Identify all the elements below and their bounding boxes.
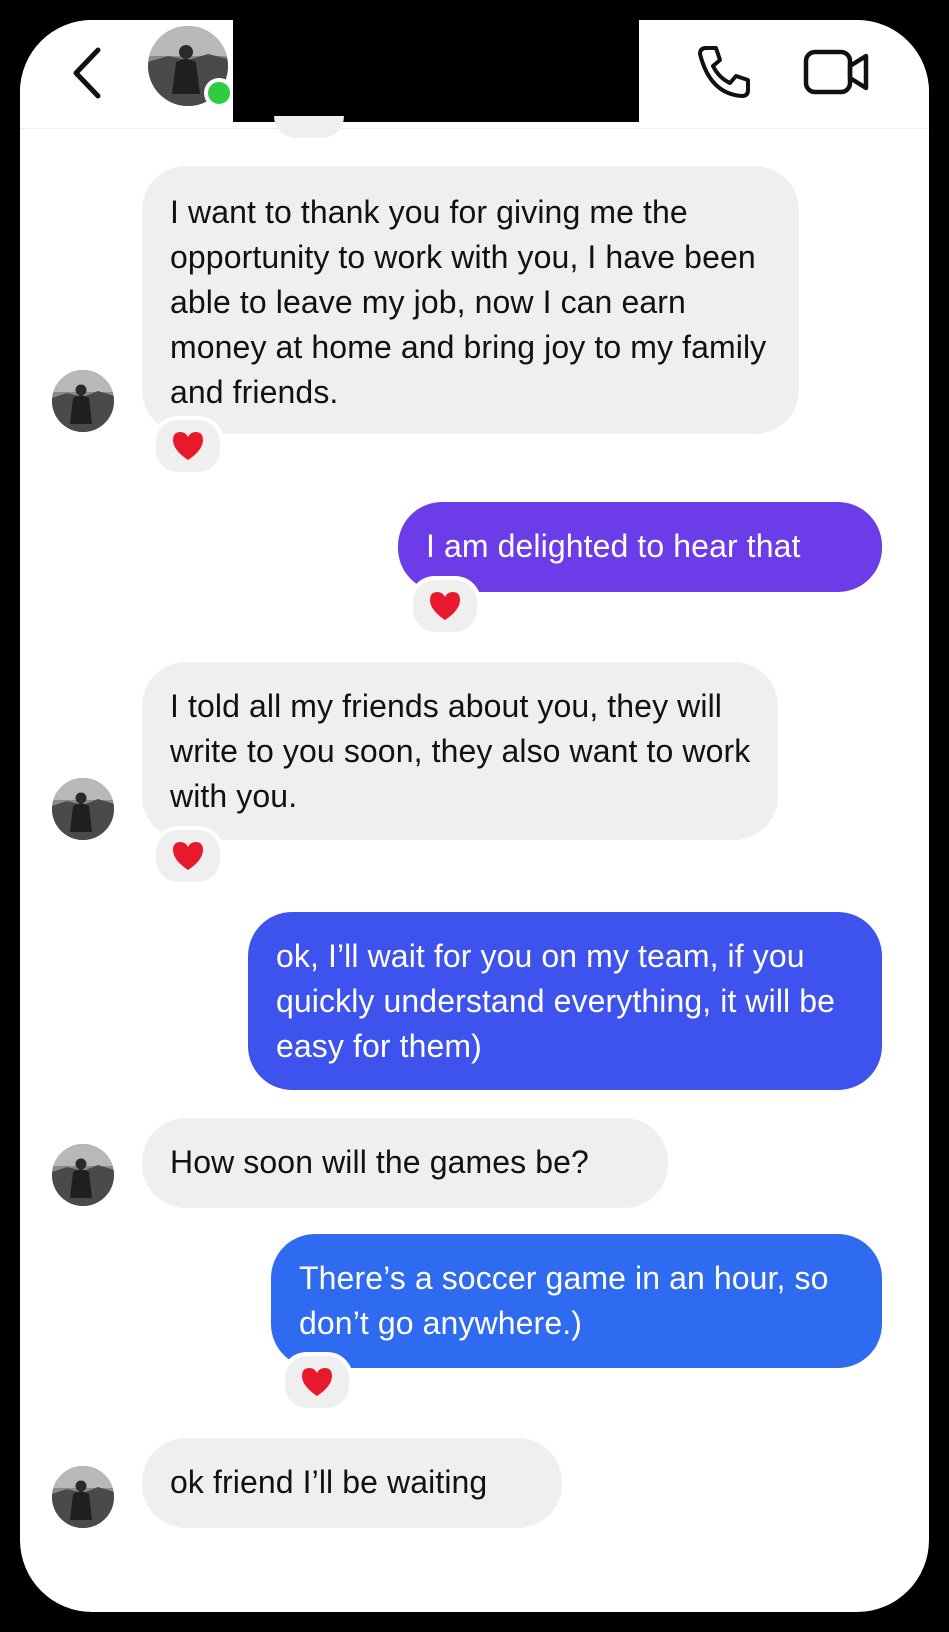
phone-screen: I want to thank you for giving me the op… [20, 20, 929, 1612]
sender-photo [52, 1466, 114, 1528]
message-text: How soon will the games be? [170, 1144, 589, 1180]
heart-icon [302, 1368, 332, 1396]
message-text: I want to thank you for giving me the op… [170, 194, 767, 410]
chat-header [20, 20, 929, 129]
sender-avatar[interactable] [52, 1144, 114, 1206]
voice-call-button[interactable] [692, 40, 756, 104]
message-text: ok friend I’ll be waiting [170, 1464, 488, 1500]
message-bubble-received[interactable]: How soon will the games be? [142, 1118, 668, 1208]
message-bubble-sent[interactable]: I am delighted to hear that [398, 502, 882, 592]
heart-reaction[interactable] [152, 416, 224, 476]
heart-icon [173, 432, 203, 460]
message-text: I told all my friends about you, they wi… [170, 688, 751, 814]
message-text: ok, I’ll wait for you on my team, if you… [276, 938, 836, 1064]
sender-avatar[interactable] [52, 370, 114, 432]
heart-icon [173, 842, 203, 870]
previous-message-edge [274, 116, 344, 138]
video-camera-icon [803, 49, 869, 95]
message-bubble-sent[interactable]: ok, I’ll wait for you on my team, if you… [248, 912, 882, 1090]
sender-photo [52, 370, 114, 432]
back-button[interactable] [64, 38, 114, 108]
message-bubble-received[interactable]: I want to thank you for giving me the op… [142, 166, 799, 434]
message-text: There’s a soccer game in an hour, so don… [299, 1260, 829, 1341]
heart-icon [430, 592, 460, 620]
heart-reaction[interactable] [281, 1352, 353, 1412]
sender-avatar[interactable] [52, 778, 114, 840]
sender-photo [52, 1144, 114, 1206]
heart-reaction[interactable] [152, 826, 224, 886]
sender-avatar[interactable] [52, 1466, 114, 1528]
phone-icon [698, 46, 750, 98]
video-call-button[interactable] [800, 40, 876, 104]
message-text: I am delighted to hear that [426, 528, 801, 564]
chevron-left-icon [73, 47, 101, 99]
redacted-contact-name [233, 20, 639, 122]
message-bubble-received[interactable]: ok friend I’ll be waiting [142, 1438, 562, 1528]
online-status-dot [204, 78, 234, 108]
heart-reaction[interactable] [409, 576, 481, 636]
message-bubble-sent[interactable]: There’s a soccer game in an hour, so don… [271, 1234, 882, 1368]
message-bubble-received[interactable]: I told all my friends about you, they wi… [142, 662, 778, 840]
sender-photo [52, 778, 114, 840]
